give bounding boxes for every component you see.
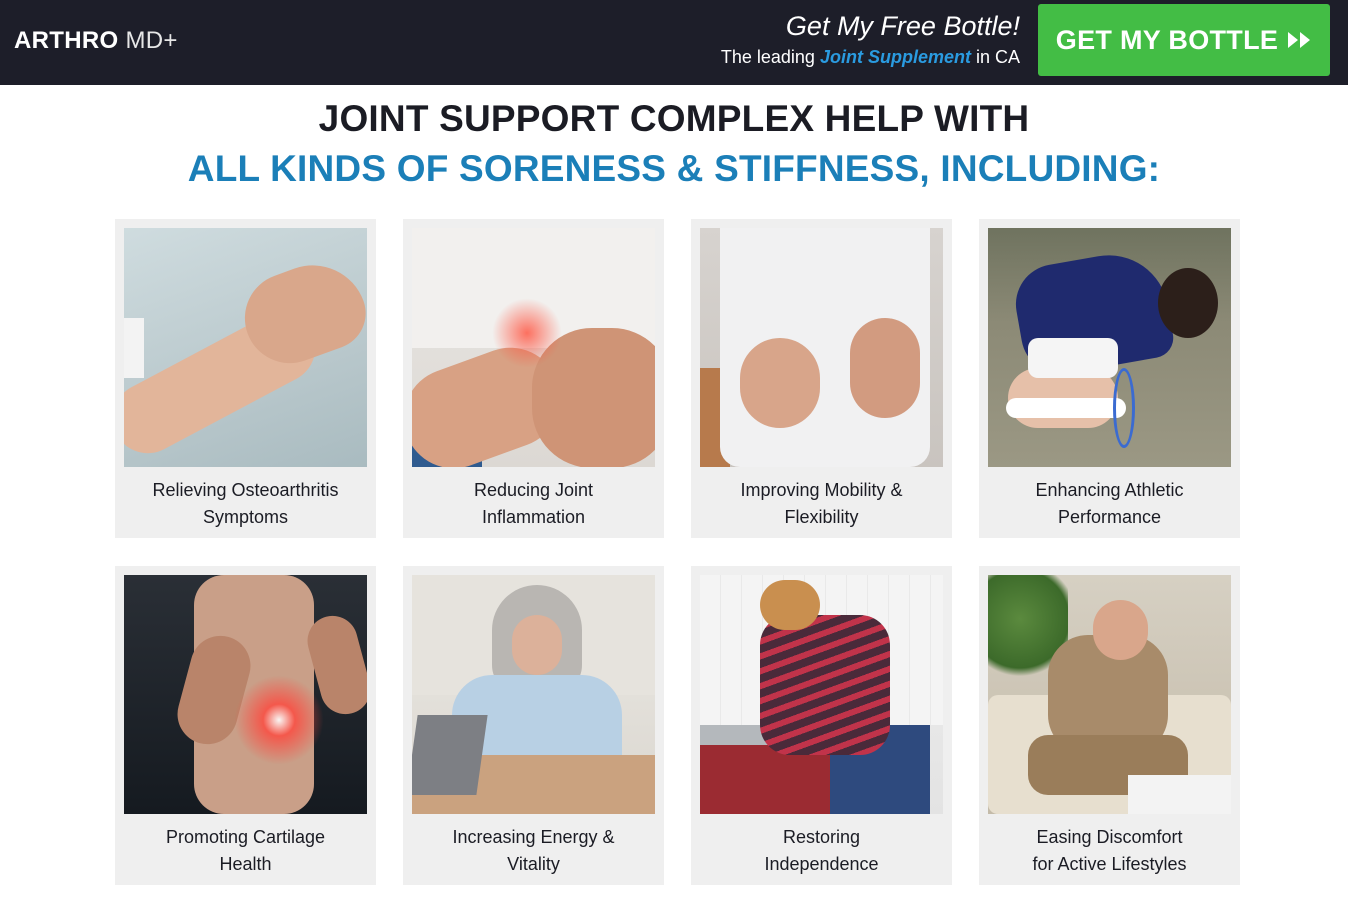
top-bar: ARTHRO MD+ Get My Free Bottle! The leadi…: [0, 0, 1348, 85]
benefit-label: Promoting Cartilage Health: [165, 827, 326, 874]
benefit-card: Increasing Energy & Vitality: [403, 566, 664, 885]
benefit-label: Relieving Osteoarthritis Symptoms: [152, 480, 339, 527]
benefit-label: Easing Discomfort for Active Lifestyles: [1032, 827, 1187, 874]
headline: JOINT SUPPORT COMPLEX HELP WITH ALL KIND…: [0, 97, 1348, 191]
benefit-label: Increasing Energy & Vitality: [452, 827, 615, 874]
logo-text-light: MD+: [125, 27, 178, 54]
benefit-label: Reducing Joint Inflammation: [473, 480, 594, 527]
tennis-player-photo: [988, 228, 1231, 467]
osteoarthritis-hands-photo: [124, 228, 367, 467]
benefits-grid: Relieving Osteoarthritis Symptoms Reducin…: [115, 219, 1240, 885]
double-chevron-right-icon: [1288, 32, 1312, 48]
promo-block: Get My Free Bottle! The leading Joint Su…: [721, 10, 1020, 69]
cta-label: GET MY BOTTLE: [1055, 24, 1279, 55]
knee-cartilage-photo: [124, 575, 367, 814]
benefit-label: Restoring Independence: [764, 827, 879, 874]
lower-back-photo: [700, 228, 943, 467]
benefit-label: Enhancing Athletic Performance: [1035, 480, 1184, 527]
benefit-card: Promoting Cartilage Health: [115, 566, 376, 885]
headline-line-2: ALL KINDS OF SORENESS & STIFFNESS, INCLU…: [187, 148, 1161, 189]
benefit-card: Easing Discomfort for Active Lifestyles: [979, 566, 1240, 885]
promo-sub-after: in CA: [970, 47, 1020, 67]
promo-sub-highlight: Joint Supplement: [819, 47, 971, 67]
senior-man-sofa-photo: [988, 575, 1231, 814]
get-my-bottle-button[interactable]: GET MY BOTTLE: [1038, 4, 1330, 76]
benefit-card: Enhancing Athletic Performance: [979, 219, 1240, 538]
benefit-card: Relieving Osteoarthritis Symptoms: [115, 219, 376, 538]
benefit-card: Improving Mobility & Flexibility: [691, 219, 952, 538]
promo-title: Get My Free Bottle!: [785, 11, 1020, 41]
headline-line-1: JOINT SUPPORT COMPLEX HELP WITH: [318, 98, 1030, 139]
knee-inflammation-photo: [412, 228, 655, 467]
tired-woman-photo: [412, 575, 655, 814]
benefit-card: Restoring Independence: [691, 566, 952, 885]
promo-subtitle: The leading Joint Supplement in CA: [721, 45, 1020, 69]
benefit-card: Reducing Joint Inflammation: [403, 219, 664, 538]
brand-logo[interactable]: ARTHRO MD+: [14, 27, 178, 55]
promo-sub-before: The leading: [720, 47, 820, 67]
logo-text-strong: ARTHRO: [14, 27, 119, 54]
benefit-label: Improving Mobility & Flexibility: [740, 480, 903, 527]
kitchen-back-pain-photo: [700, 575, 943, 814]
